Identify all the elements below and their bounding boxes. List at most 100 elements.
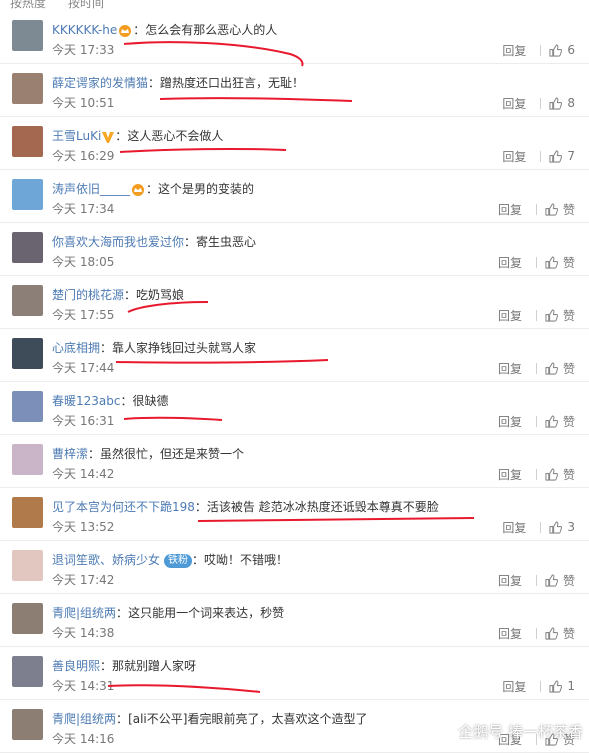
username-link[interactable]: 善良明熙 <box>52 659 100 673</box>
like-count: 赞 <box>562 202 575 217</box>
username-link[interactable]: 退词笙歌、娇病少女 <box>52 553 160 567</box>
avatar[interactable] <box>12 338 43 369</box>
like-button[interactable]: 赞 <box>545 413 575 430</box>
vip-crown-icon <box>132 183 145 196</box>
username-link[interactable]: 春暖123abc <box>52 394 120 408</box>
like-button[interactable]: 6 <box>549 43 575 57</box>
comment-actions: 回复 8 <box>502 95 575 111</box>
avatar[interactable] <box>12 497 43 528</box>
reply-button[interactable]: 回复 <box>498 254 522 271</box>
comment-time: 今天 16:31 <box>52 414 115 428</box>
username-link[interactable]: 薛定谔家的发情猫 <box>52 76 148 90</box>
avatar[interactable] <box>12 656 43 687</box>
like-count: 赞 <box>562 361 575 376</box>
comment-row: 王雪LuKi ：这人恶心不会做人 今天 16:29 回复 7 <box>0 116 589 170</box>
avatar[interactable] <box>12 391 43 422</box>
colon-separator: ： <box>115 129 128 143</box>
username-link[interactable]: 曹梓潆 <box>52 447 88 461</box>
thumbs-up-icon <box>549 149 563 163</box>
comment-line: 见了本宫为何还不下跪198：活该被告 趁范冰冰热度还诋毁本尊真不要脸 <box>52 499 439 515</box>
comment-line: 春暖123abc：很缺德 <box>52 393 169 409</box>
reply-button[interactable]: 回复 <box>498 572 522 589</box>
reply-button[interactable]: 回复 <box>502 148 526 165</box>
comment-actions: 回复 赞 <box>498 413 575 429</box>
comment-text: 这只能用一个词来表达，秒赞 <box>128 606 285 620</box>
comment-row: 你喜欢大海而我也爱过你：寄生虫恶心 今天 18:05 回复 赞 <box>0 222 589 276</box>
comment-time: 今天 17:42 <box>52 573 115 587</box>
comment-row: 青爬|组统两：这只能用一个词来表达，秒赞 今天 14:38 回复 赞 <box>0 593 589 647</box>
avatar[interactable] <box>12 550 43 581</box>
sort-hot-tab[interactable]: 按热度 <box>10 0 46 10</box>
reply-button[interactable]: 回复 <box>498 625 522 642</box>
like-button[interactable]: 3 <box>549 520 575 534</box>
divider <box>540 97 542 109</box>
comment-line: 王雪LuKi ：这人恶心不会做人 <box>52 128 223 144</box>
username-link[interactable]: 心底相拥 <box>52 341 100 355</box>
reply-button[interactable]: 回复 <box>498 413 522 430</box>
like-button[interactable]: 8 <box>549 96 575 110</box>
username-link[interactable]: KKKKKK-he <box>52 23 117 37</box>
like-button[interactable]: 1 <box>549 679 575 693</box>
avatar[interactable] <box>12 126 43 157</box>
avatar[interactable] <box>12 232 43 263</box>
comment-text: 这人恶心不会做人 <box>127 129 224 143</box>
avatar[interactable] <box>12 444 43 475</box>
divider <box>540 44 542 56</box>
comment-actions: 回复 3 <box>502 519 575 535</box>
colon-separator: ： <box>88 447 101 461</box>
comment-row: 楚门的桃花源：吃奶骂娘 今天 17:55 回复 赞 <box>0 275 589 329</box>
reply-button[interactable]: 回复 <box>502 678 526 695</box>
reply-button[interactable]: 回复 <box>502 95 526 112</box>
colon-separator: ： <box>133 23 146 37</box>
like-button[interactable]: 赞 <box>545 201 575 218</box>
comment-actions: 回复 赞 <box>498 625 575 641</box>
divider <box>540 680 542 692</box>
comment-line: KKKKKK-he ：怎么会有那么恶心人的人 <box>52 22 277 38</box>
like-count: 赞 <box>562 573 575 588</box>
reply-button[interactable]: 回复 <box>498 307 522 324</box>
like-count: 6 <box>567 43 575 57</box>
colon-separator: ： <box>148 76 161 90</box>
colon-separator: ： <box>100 341 113 355</box>
avatar[interactable] <box>12 73 43 104</box>
username-link[interactable]: 见了本宫为何还不下跪198 <box>52 500 195 514</box>
comment-row: 善良明熙：那就别蹭人家呀 今天 14:31 回复 1 <box>0 646 589 700</box>
comment-text: 很缺德 <box>132 394 169 408</box>
reply-button[interactable]: 回复 <box>498 201 522 218</box>
like-button[interactable]: 赞 <box>545 254 575 271</box>
like-button[interactable]: 赞 <box>545 625 575 642</box>
comment-time: 今天 13:52 <box>52 520 115 534</box>
avatar[interactable] <box>12 179 43 210</box>
username-link[interactable]: 青爬|组统两 <box>52 606 116 620</box>
like-button[interactable]: 赞 <box>545 572 575 589</box>
username-link[interactable]: 楚门的桃花源 <box>52 288 124 302</box>
like-button[interactable]: 赞 <box>545 466 575 483</box>
reply-button[interactable]: 回复 <box>502 42 526 59</box>
reply-button[interactable]: 回复 <box>498 360 522 377</box>
avatar[interactable] <box>12 285 43 316</box>
comment-line: 青爬|组统两：这只能用一个词来表达，秒赞 <box>52 605 284 621</box>
reply-button[interactable]: 回复 <box>498 466 522 483</box>
divider <box>535 309 537 321</box>
vip-crown-icon <box>119 24 132 37</box>
avatar[interactable] <box>12 20 43 51</box>
colon-separator: ： <box>184 235 197 249</box>
divider <box>540 150 542 162</box>
like-button[interactable]: 7 <box>549 149 575 163</box>
username-link[interactable]: 涛声依旧_____ <box>52 182 130 196</box>
comment-row: 春暖123abc：很缺德 今天 16:31 回复 赞 <box>0 381 589 435</box>
reply-button[interactable]: 回复 <box>502 519 526 536</box>
username-link[interactable]: 王雪LuKi <box>52 129 101 143</box>
thumbs-up-icon <box>549 96 563 110</box>
thumbs-up-icon <box>545 361 558 375</box>
like-button[interactable]: 赞 <box>545 360 575 377</box>
like-button[interactable]: 赞 <box>545 307 575 324</box>
avatar[interactable] <box>12 603 43 634</box>
avatar[interactable] <box>12 709 43 740</box>
comment-line: 楚门的桃花源：吃奶骂娘 <box>52 287 184 303</box>
sort-time-tab[interactable]: 按时间 <box>68 0 104 10</box>
divider <box>535 203 537 215</box>
username-link[interactable]: 青爬|组统两 <box>52 712 116 726</box>
comment-row: 曹梓潆：虽然很忙，但还是来赞一个 今天 14:42 回复 赞 <box>0 434 589 488</box>
username-link[interactable]: 你喜欢大海而我也爱过你 <box>52 235 184 249</box>
